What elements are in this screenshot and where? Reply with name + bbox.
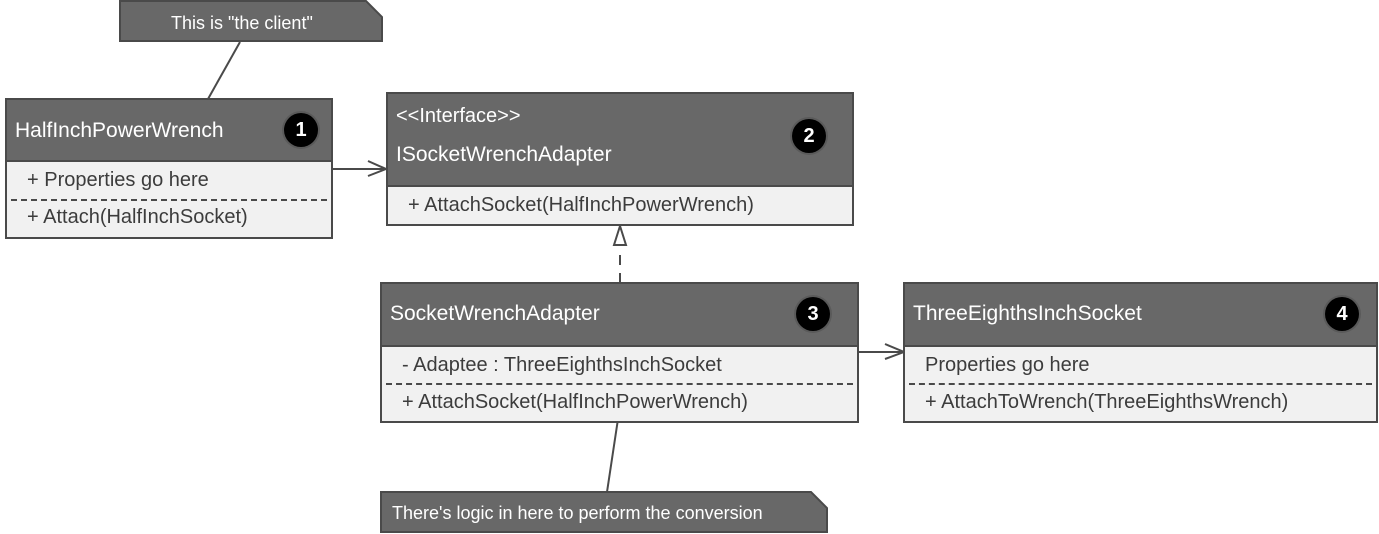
class-header: HalfInchPowerWrench 1	[7, 100, 331, 162]
class-socket-wrench-adapter[interactable]: SocketWrenchAdapter 3 - Adaptee : ThreeE…	[380, 282, 859, 423]
compartment-divider	[909, 383, 1372, 385]
number-badge-icon: 1	[284, 113, 318, 147]
class-attribute: Properties go here	[925, 354, 1090, 376]
class-name: ISocketWrenchAdapter	[396, 143, 612, 166]
number-badge-icon: 4	[1325, 297, 1359, 331]
open-arrowhead-icon	[367, 160, 389, 177]
interface-isocket-wrench-adapter[interactable]: <<Interface>> ISocketWrenchAdapter 2 + A…	[386, 92, 854, 226]
number-badge-icon: 2	[792, 119, 826, 153]
class-header: <<Interface>> ISocketWrenchAdapter 2	[388, 94, 852, 187]
class-operation: + AttachSocket(HalfInchPowerWrench)	[402, 391, 748, 413]
interface-stereotype: <<Interface>>	[396, 105, 521, 127]
note-client: This is "the client"	[119, 0, 383, 42]
class-name: SocketWrenchAdapter	[390, 302, 600, 325]
number-badge-icon: 3	[796, 297, 830, 331]
class-half-inch-power-wrench[interactable]: HalfInchPowerWrench 1 + Properties go he…	[5, 98, 333, 239]
note-client-text: This is "the client"	[171, 13, 313, 33]
compartment-divider	[386, 383, 853, 385]
hollow-triangle-arrowhead-icon	[612, 222, 628, 246]
class-name: ThreeEighthsInchSocket	[913, 302, 1142, 325]
class-three-eighths-inch-socket[interactable]: ThreeEighthsInchSocket 4 Properties go h…	[903, 282, 1378, 423]
connectors-layer	[207, 41, 907, 493]
note-conversion: There's logic in here to perform the con…	[380, 491, 828, 533]
note-conversion-anchor-line	[606, 418, 619, 493]
note-client-anchor-line	[207, 41, 241, 100]
note-fold-corner-icon	[365, 0, 383, 18]
class-operation: + AttachSocket(HalfInchPowerWrench)	[408, 194, 754, 216]
class-attribute: - Adaptee : ThreeEighthsInchSocket	[402, 354, 722, 376]
class-header: ThreeEighthsInchSocket 4	[905, 284, 1376, 347]
open-arrowhead-icon	[884, 343, 907, 360]
compartment-divider	[11, 199, 327, 201]
note-conversion-text: There's logic in here to perform the con…	[392, 503, 763, 523]
class-name: HalfInchPowerWrench	[15, 119, 224, 142]
class-attribute: + Properties go here	[27, 169, 209, 191]
class-header: SocketWrenchAdapter 3	[382, 284, 857, 347]
class-operation: + Attach(HalfInchSocket)	[27, 206, 248, 228]
note-fold-corner-icon	[810, 491, 828, 509]
class-operation: + AttachToWrench(ThreeEighthsWrench)	[925, 391, 1289, 413]
